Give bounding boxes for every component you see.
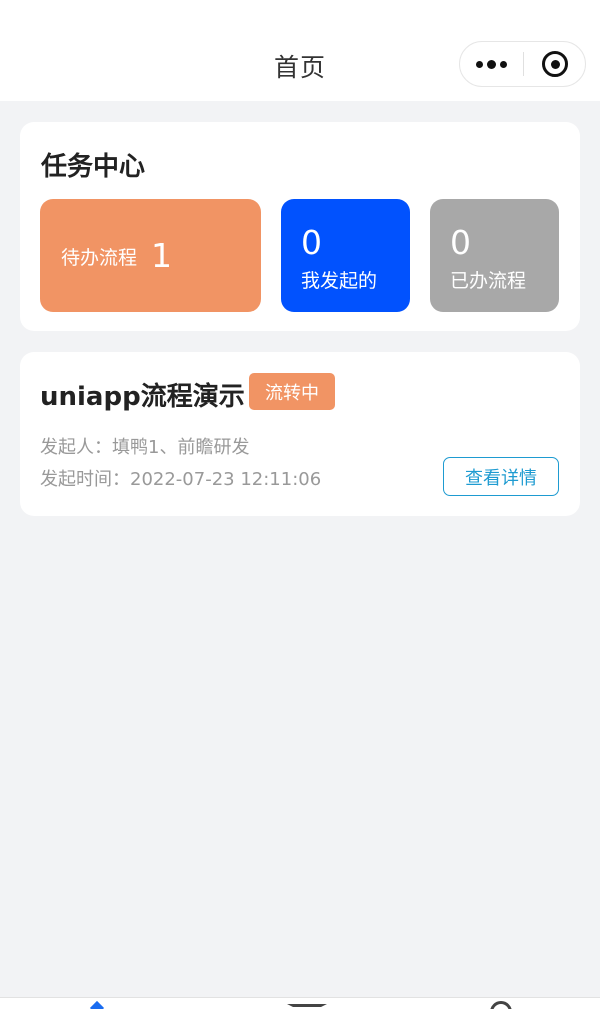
process-initiator: 发起人：填鸭1、前瞻研发 — [40, 437, 250, 458]
done-process-label: 已办流程 — [450, 270, 527, 292]
tab-bar — [0, 997, 600, 1009]
done-process-count: 0 — [450, 223, 471, 262]
more-dots-icon[interactable] — [460, 42, 523, 86]
home-icon[interactable] — [91, 1002, 103, 1009]
target-circle-icon[interactable] — [524, 42, 586, 86]
status-badge: 流转中 — [249, 373, 335, 410]
app-screen: 首页 任务中心 待办流程 1 0 我发起的 0 已办流程 uniapp流程演示 — [0, 0, 600, 1009]
initiated-by-me-label: 我发起的 — [301, 270, 378, 292]
mini-program-capsule — [459, 41, 586, 87]
todo-process-tile[interactable]: 待办流程 1 — [40, 199, 261, 312]
process-card: uniapp流程演示 流转中 发起人：填鸭1、前瞻研发 发起时间：2022-07… — [20, 352, 580, 516]
todo-process-count: 1 — [151, 236, 172, 275]
task-center-title: 任务中心 — [41, 152, 146, 182]
todo-process-label: 待办流程 — [61, 247, 138, 269]
initiated-by-me-count: 0 — [301, 223, 322, 262]
task-center-card: 任务中心 待办流程 1 0 我发起的 0 已办流程 — [20, 122, 580, 331]
grid-icon[interactable] — [287, 1002, 327, 1009]
user-icon[interactable] — [490, 1001, 512, 1009]
view-details-button[interactable]: 查看详情 — [443, 457, 559, 496]
initiated-by-me-tile[interactable]: 0 我发起的 — [281, 199, 410, 312]
done-process-tile[interactable]: 0 已办流程 — [430, 199, 559, 312]
process-start-time: 发起时间：2022-07-23 12:11:06 — [40, 469, 322, 490]
nav-bar: 首页 — [0, 0, 600, 101]
process-title: uniapp流程演示 — [40, 382, 245, 412]
